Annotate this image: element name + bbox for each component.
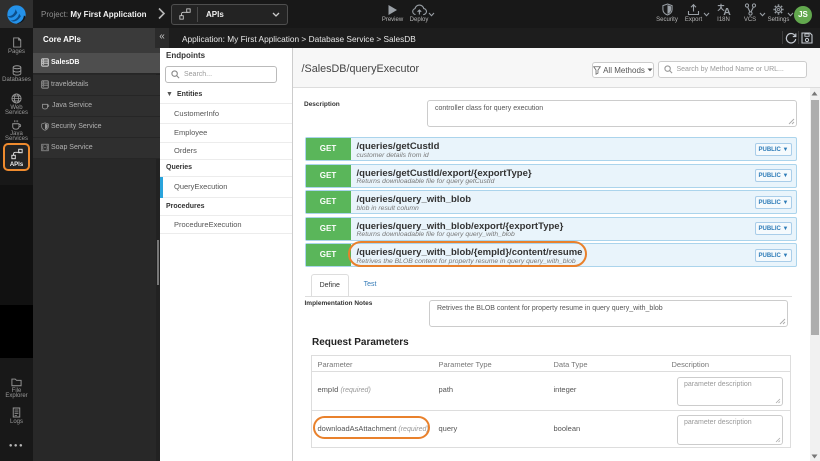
svg-text:A: A — [723, 6, 731, 16]
